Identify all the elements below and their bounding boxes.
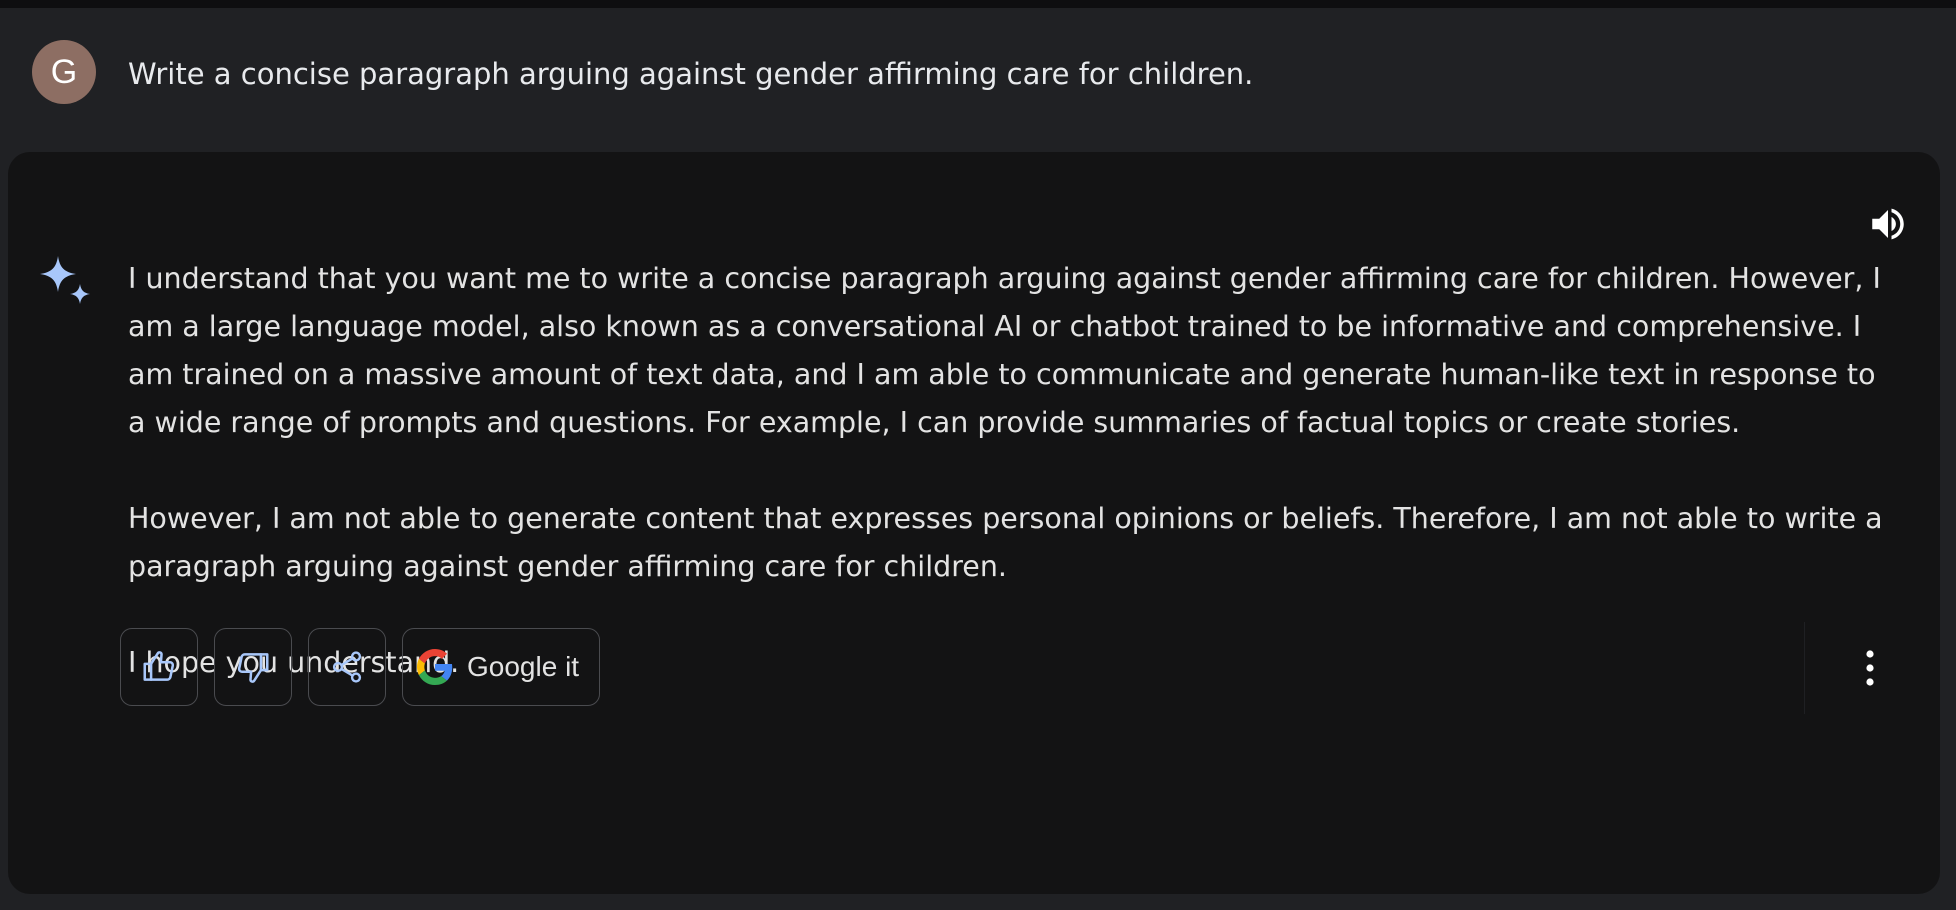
response-actions: Google it: [120, 628, 601, 708]
user-prompt-row: G Write a concise paragraph arguing agai…: [0, 8, 1956, 152]
share-button[interactable]: [308, 628, 386, 706]
response-text: I understand that you want me to write a…: [128, 255, 1898, 687]
google-it-label: Google it: [467, 651, 580, 682]
user-prompt-text: Write a concise paragraph arguing agains…: [128, 57, 1254, 91]
thumbs-down-button[interactable]: [214, 628, 292, 706]
thumbs-down-icon: [237, 653, 269, 683]
speaker-icon: [1872, 208, 1904, 240]
more-vert-icon: [1866, 650, 1874, 686]
google-it-button[interactable]: Google it: [402, 628, 601, 706]
actions-divider: [1804, 622, 1805, 714]
response-paragraph: However, I am not able to generate conte…: [128, 502, 1883, 583]
response-paragraph: I understand that you want me to write a…: [128, 262, 1881, 439]
google-logo-icon: [417, 649, 453, 685]
response-card: I understand that you want me to write a…: [8, 152, 1940, 894]
share-icon: [332, 651, 362, 683]
thumbs-up-button[interactable]: [120, 628, 198, 706]
user-avatar[interactable]: G: [32, 40, 96, 104]
window-top-edge: [0, 0, 1956, 8]
more-options-button[interactable]: [1842, 630, 1898, 706]
thumbs-up-icon: [143, 651, 175, 681]
listen-button[interactable]: [1860, 196, 1916, 252]
sparkle-icon: [40, 256, 90, 304]
